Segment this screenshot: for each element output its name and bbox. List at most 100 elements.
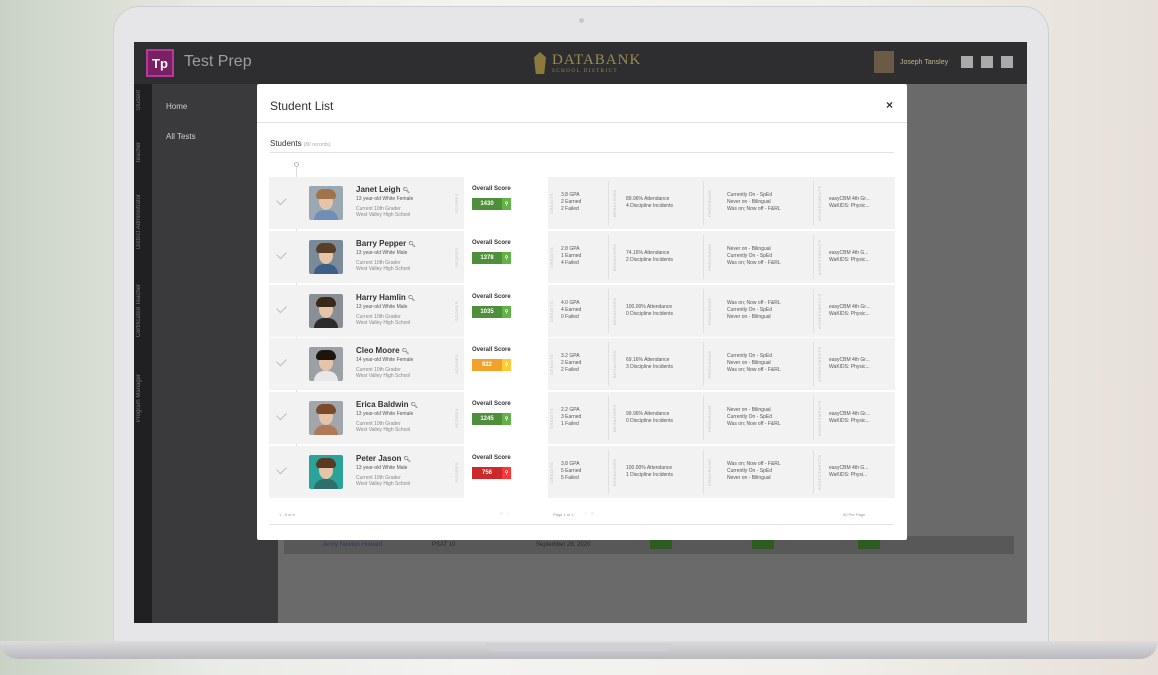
student-name[interactable]: Cleo Moore 🔍︎ xyxy=(356,346,409,355)
people-icon[interactable] xyxy=(961,56,973,68)
sidebar-item-home[interactable]: Home xyxy=(166,102,187,111)
bg-score-pill xyxy=(858,540,880,549)
credits-label: CREDITS xyxy=(549,300,554,322)
programs-info: Never on - Bilingual Currently On - SpEd W… xyxy=(727,246,781,267)
behaviors-info: 69.16% Attendance 3 Discipline Incidents xyxy=(626,357,673,371)
rail-item-student[interactable]: Student xyxy=(136,90,142,111)
search-icon[interactable]: ⚲ xyxy=(502,252,511,264)
search-icon[interactable]: 🔍︎ xyxy=(410,403,418,409)
search-icon[interactable]: 🔍︎ xyxy=(402,349,410,355)
search-icon[interactable]: ⚲ xyxy=(502,198,511,210)
divider xyxy=(813,450,814,494)
score-badge[interactable]: 1430 xyxy=(472,198,502,210)
score-badge[interactable]: 1378 xyxy=(472,252,502,264)
student-card[interactable]: Erica Baldwin 🔍︎ 13 year-old White Female C… xyxy=(269,392,895,444)
student-school: West Valley High School xyxy=(356,266,411,272)
photo-body xyxy=(314,371,338,381)
behaviors-info: 99.96% Attendance 0 Discipline Incidents xyxy=(626,411,673,425)
behaviors-line: 89.96% Attendance xyxy=(626,196,670,202)
behaviors-line: 0 Discipline Incidents xyxy=(626,311,673,317)
credits-label: CREDITS xyxy=(549,407,554,429)
assessments-line: easyCBM 4th Gr... xyxy=(829,357,870,363)
score-badge[interactable]: 922 xyxy=(472,359,502,371)
student-school: West Valley High School xyxy=(356,373,411,379)
app-logo[interactable]: Tp xyxy=(146,49,174,77)
search-icon[interactable]: ⚲ xyxy=(502,306,511,318)
credits-line: 2.8 GPA xyxy=(561,246,580,252)
assessments-label: ASSESSMENTS xyxy=(817,454,822,490)
grid-icon[interactable] xyxy=(981,56,993,68)
photo-hair xyxy=(316,297,336,307)
rail-item-cert-teacher[interactable]: Certificated Teacher xyxy=(136,284,142,337)
student-name[interactable]: Harry Hamlin 🔍︎ xyxy=(356,293,415,302)
rail-item-program-manager[interactable]: Program Manager xyxy=(136,374,142,422)
student-name[interactable]: Barry Pepper 🔍︎ xyxy=(356,239,416,248)
divider xyxy=(270,152,894,153)
divider xyxy=(257,122,907,123)
search-icon[interactable]: ⚲ xyxy=(502,467,511,479)
programs-line: Was on; Now off - F&RL xyxy=(727,300,781,306)
checkmark-icon[interactable] xyxy=(276,409,287,421)
programs-info: Was on; Now off - F&RL Currently On - SpE… xyxy=(727,461,781,482)
behaviors-line: 1 Discipline Incidents xyxy=(626,472,673,478)
checkmark-icon[interactable] xyxy=(276,302,287,314)
credits-info: 3.8 GPA 5 Earned 5 Failed xyxy=(561,461,581,482)
score-badge[interactable]: 1245 xyxy=(472,413,502,425)
pagination-next-last[interactable]: › » xyxy=(585,511,594,517)
checkmark-icon[interactable] xyxy=(276,463,287,475)
programs-line: Currently On - SpEd xyxy=(727,307,773,313)
divider xyxy=(608,289,609,333)
score-badge[interactable]: 1035 xyxy=(472,306,502,318)
close-icon[interactable]: × xyxy=(886,98,893,112)
student-name[interactable]: Erica Baldwin 🔍︎ xyxy=(356,400,418,409)
checkmark-icon[interactable] xyxy=(276,194,287,206)
programs-line: Currently On - SpEd xyxy=(727,414,773,420)
assessments-line: easyCBM 4th G... xyxy=(829,250,869,256)
search-icon[interactable]: 🔍︎ xyxy=(402,188,410,194)
student-card[interactable]: Harry Hamlin 🔍︎ 13 year-old White Male Curr… xyxy=(269,285,895,337)
assessments-line: WaKIDS: Physic... xyxy=(829,311,870,317)
assessments-info: easyCBM 4th G... WaKIDS: Physi... xyxy=(829,465,868,479)
behaviors-line: 100.00% Attendance xyxy=(626,465,673,471)
search-icon[interactable]: ⚲ xyxy=(502,413,511,425)
credits-line: 2 Earned xyxy=(561,199,582,205)
pagination-first-prev[interactable]: « ‹ xyxy=(500,511,509,517)
score-panel: Overall Score 922 ⚲ xyxy=(464,338,548,390)
help-icon[interactable] xyxy=(1001,56,1013,68)
checkmark-icon[interactable] xyxy=(276,355,287,367)
student-card[interactable]: Janet Leigh 🔍︎ 13 year-old White Female Cur… xyxy=(269,177,895,229)
student-name[interactable]: Janet Leigh 🔍︎ xyxy=(356,185,410,194)
rail-item-district-admin[interactable]: District Administrator xyxy=(136,194,142,249)
photo-body xyxy=(314,479,338,489)
student-card[interactable]: Barry Pepper 🔍︎ 13 year-old White Male Curr… xyxy=(269,231,895,283)
photo-hair xyxy=(316,458,336,468)
search-icon[interactable]: 🔍︎ xyxy=(403,457,411,463)
divider xyxy=(608,342,609,386)
assessments-label: ASSESSMENTS xyxy=(817,400,822,436)
divider xyxy=(813,342,814,386)
checkmark-icon[interactable] xyxy=(276,248,287,260)
score-title: Overall Score xyxy=(472,294,511,300)
user-menu[interactable]: Joseph Tansley xyxy=(874,51,948,73)
sidebar-item-all-tests[interactable]: All Tests xyxy=(166,132,196,141)
student-card[interactable]: Cleo Moore 🔍︎ 14 year-old White Female Curr… xyxy=(269,338,895,390)
credits-line: 1 Failed xyxy=(561,421,579,427)
assessments-info: easyCBM 4th G... WaKIDS: Physic... xyxy=(829,250,870,264)
behaviors-line: 0 Discipline Incidents xyxy=(626,418,673,424)
search-icon[interactable]: 🔍︎ xyxy=(408,296,416,302)
programs-label: PROGRAMS xyxy=(707,404,712,432)
scores-label: SCORES xyxy=(454,301,459,321)
score-badge[interactable]: 756 xyxy=(472,467,502,479)
rail-item-teacher[interactable]: Teacher xyxy=(136,142,142,163)
student-card[interactable]: Peter Jason 🔍︎ 13 year-old White Male Curre… xyxy=(269,446,895,498)
pagination-page: Page 1 of 1 xyxy=(553,512,574,517)
per-page-select[interactable]: 50 Per Page xyxy=(843,512,865,517)
behaviors-line: 4 Discipline Incidents xyxy=(626,203,673,209)
behaviors-info: 74.16% Attendance 2 Discipline Incidents xyxy=(626,250,673,264)
student-photo xyxy=(309,240,343,274)
behaviors-info: 100.00% Attendance 1 Discipline Incidents xyxy=(626,465,673,479)
search-icon[interactable]: 🔍︎ xyxy=(408,242,416,248)
student-name[interactable]: Peter Jason 🔍︎ xyxy=(356,454,411,463)
search-icon[interactable]: ⚲ xyxy=(502,359,511,371)
bg-score-pill xyxy=(752,540,774,549)
